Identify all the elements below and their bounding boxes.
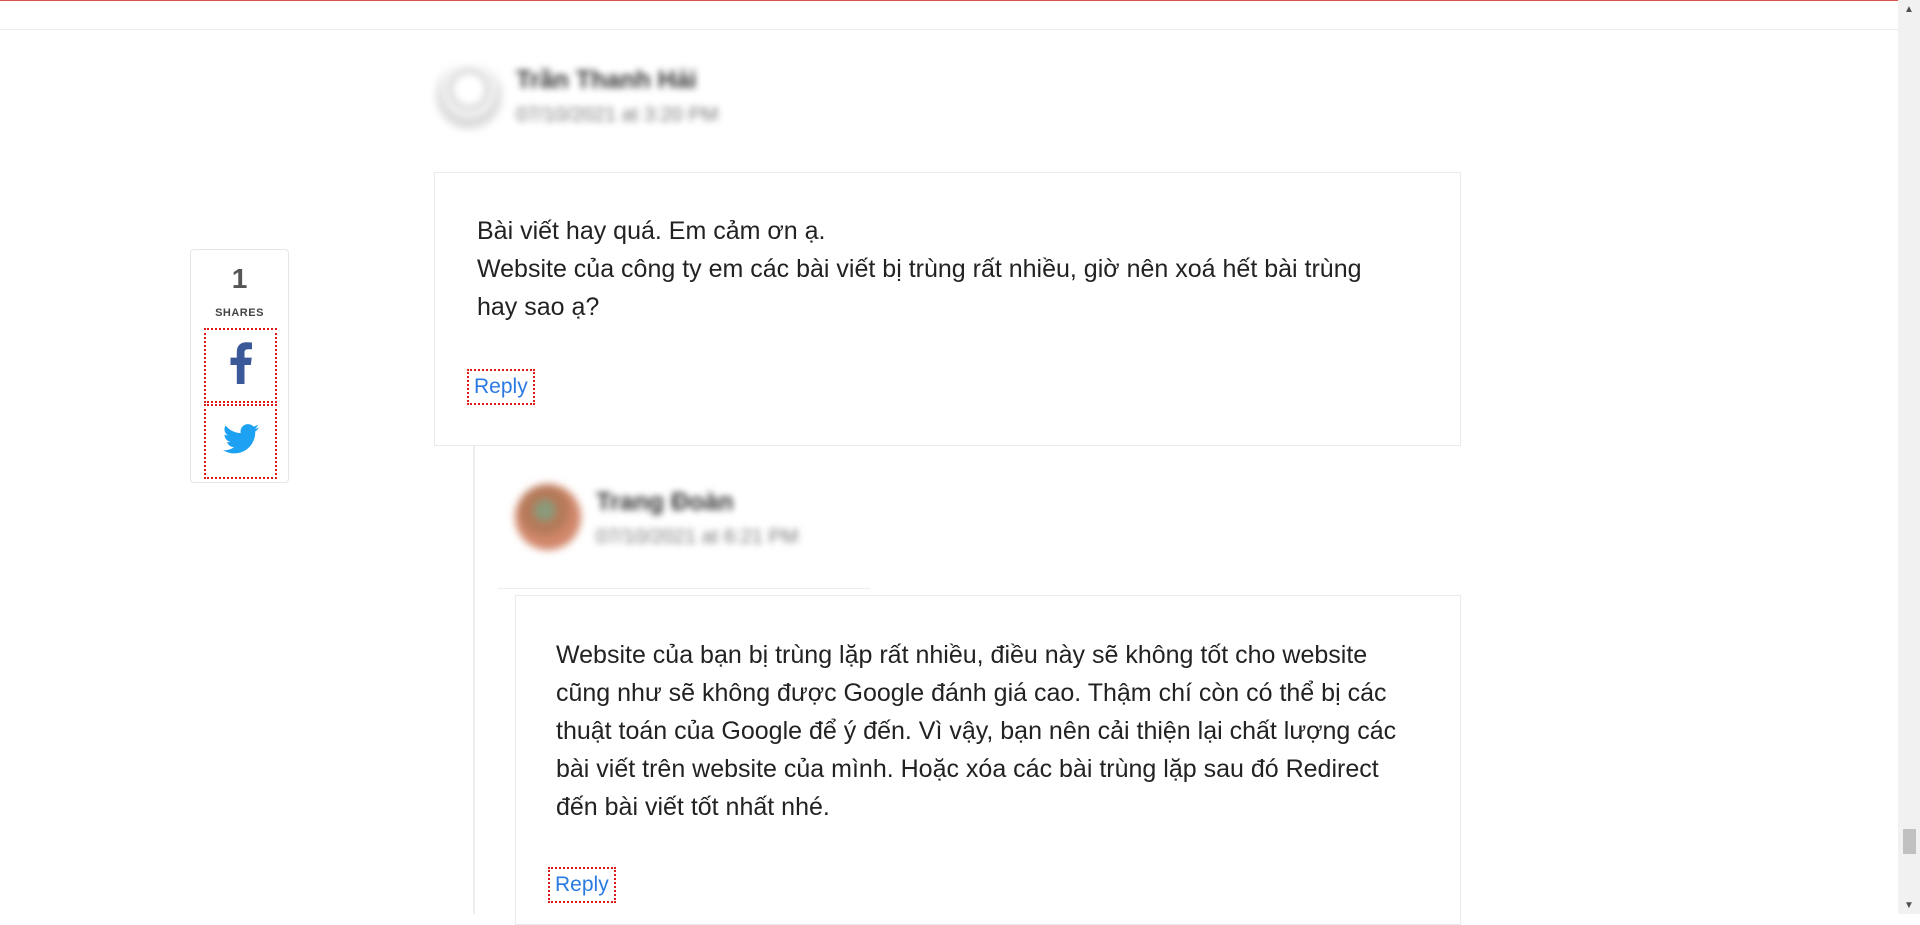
- comment-author: Trần Thanh Hải: [516, 66, 697, 94]
- comment-author: Trang Đoàn: [596, 488, 734, 516]
- share-label: SHARES: [215, 307, 264, 319]
- twitter-share-button[interactable]: [204, 404, 277, 479]
- share-widget: 1 SHARES: [190, 249, 289, 483]
- reply-link[interactable]: Reply: [467, 369, 535, 405]
- facebook-share-button[interactable]: [204, 328, 277, 403]
- reply-thread-line: [473, 446, 475, 914]
- facebook-icon: [230, 342, 252, 389]
- header-separator: [0, 29, 1898, 30]
- comment-body: Website của bạn bị trùng lặp rất nhiều, …: [515, 595, 1461, 925]
- avatar: [515, 484, 581, 550]
- comment-divider: [498, 588, 870, 589]
- scroll-down-icon[interactable]: ▼: [1898, 896, 1920, 914]
- vertical-scrollbar[interactable]: ▲ ▼: [1898, 0, 1920, 914]
- scroll-up-icon[interactable]: ▲: [1898, 0, 1920, 18]
- avatar: [436, 63, 502, 129]
- scroll-thumb[interactable]: [1903, 829, 1916, 854]
- comment-text: Website của bạn bị trùng lặp rất nhiều, …: [556, 641, 1397, 821]
- comment-date: 07/10/2021 at 6:21 PM: [596, 526, 799, 548]
- comment-date: 07/10/2021 at 3:20 PM: [516, 104, 719, 126]
- share-count: 1: [231, 263, 248, 294]
- top-accent-line: [0, 0, 1898, 1]
- reply-link[interactable]: Reply: [548, 867, 616, 903]
- twitter-icon: [222, 424, 259, 459]
- comment-text: Bài viết hay quá. Em cảm ơn ạ. Website c…: [477, 217, 1362, 321]
- comment-body: Bài viết hay quá. Em cảm ơn ạ. Website c…: [434, 172, 1461, 446]
